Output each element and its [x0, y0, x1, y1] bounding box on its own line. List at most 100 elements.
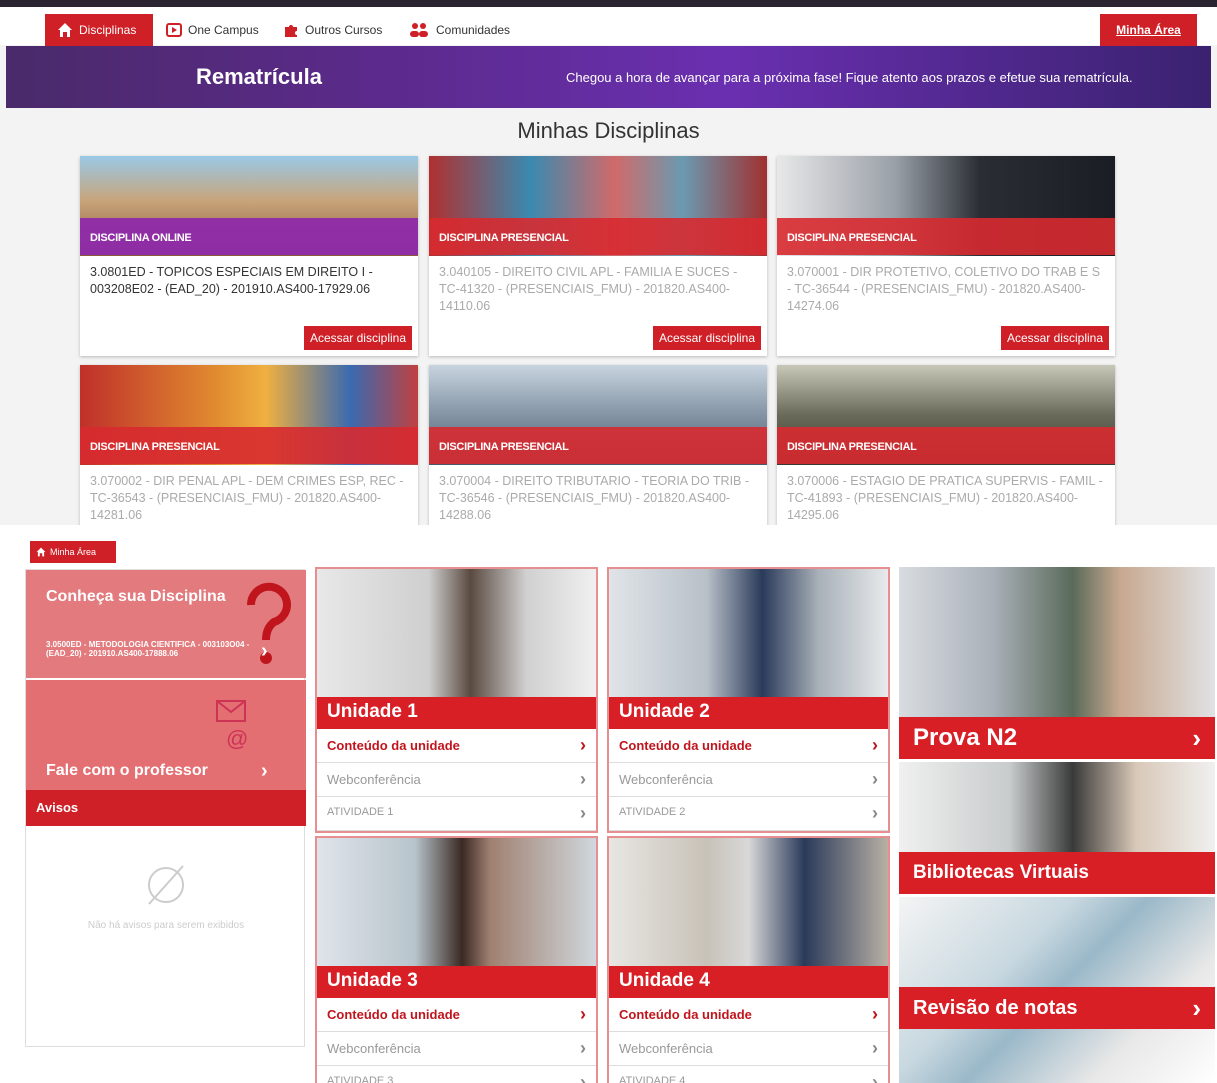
breadcrumb[interactable]: Minha Área: [30, 541, 116, 563]
unit-image: [609, 569, 888, 697]
tile-label: Bibliotecas Virtuais: [913, 862, 1089, 883]
discipline-card: DISCIPLINA PRESENCIAL 3.070002 - DIR PEN…: [80, 365, 418, 525]
activity-link[interactable]: ATIVIDADE 2 ›: [609, 797, 888, 831]
unit-content-link[interactable]: Conteúdo da unidade ›: [609, 998, 888, 1032]
card-text: 3.040105 - DIREITO CIVIL APL - FAMILIA E…: [439, 265, 738, 313]
chevron-right-icon: ›: [872, 735, 878, 755]
discipline-card: DISCIPLINA PRESENCIAL 3.070004 - DIREITO…: [429, 365, 767, 525]
breadcrumb-label: Minha Área: [50, 547, 97, 557]
access-discipline-button[interactable]: Acessar disciplina: [303, 326, 412, 350]
row-label: Webconferência: [327, 1041, 421, 1056]
access-discipline-button[interactable]: Acessar disciplina: [652, 326, 761, 350]
activity-link[interactable]: ATIVIDADE 3 ›: [317, 1066, 596, 1083]
tile-bar: Prova N2 ›: [899, 717, 1215, 759]
chevron-right-icon: ›: [872, 769, 878, 789]
access-discipline-button[interactable]: Acessar disciplina: [1000, 326, 1109, 350]
tile-bar: Revisão de notas ›: [899, 987, 1215, 1029]
chevron-right-icon: ›: [872, 1072, 878, 1083]
unit-content-link[interactable]: Conteúdo da unidade ›: [317, 729, 596, 763]
row-label: ATIVIDADE 4: [619, 1075, 686, 1083]
activity-link[interactable]: ATIVIDADE 4 ›: [609, 1066, 888, 1083]
unit-content-link[interactable]: Conteúdo da unidade ›: [317, 998, 596, 1032]
tile-label: Revisão de notas: [913, 996, 1078, 1019]
card-type-label: DISCIPLINA PRESENCIAL: [777, 427, 1115, 464]
chevron-right-icon: ›: [1192, 722, 1201, 753]
tile-image: [899, 762, 1215, 852]
discipline-card: DISCIPLINA PRESENCIAL 3.070001 - DIR PRO…: [777, 156, 1115, 356]
card-type-label: DISCIPLINA PRESENCIAL: [777, 218, 1115, 255]
tab-one-campus[interactable]: One Campus: [166, 14, 259, 46]
chevron-right-icon: ›: [580, 1072, 586, 1083]
unit-image: [317, 569, 596, 697]
notices-header: Avisos: [26, 790, 306, 826]
play-icon: [166, 23, 182, 37]
know-subtitle: 3.0500ED - METODOLOGIA CIENTIFICA - 0031…: [46, 640, 250, 658]
tile-image: [899, 567, 1215, 717]
card-text: 3.070004 - DIREITO TRIBUTARIO - TEORIA D…: [439, 474, 750, 522]
home-icon: [58, 23, 72, 37]
unit-title: Unidade 2: [609, 697, 888, 729]
tab-label: One Campus: [188, 23, 259, 37]
tab-label: Comunidades: [436, 23, 511, 37]
prova-n2-tile[interactable]: Prova N2 ›: [899, 567, 1215, 759]
webconference-link[interactable]: Webconferência ›: [317, 1032, 596, 1066]
row-label: Conteúdo da unidade: [327, 738, 460, 753]
chevron-right-icon: ›: [580, 769, 586, 789]
chevron-right-icon: ›: [580, 735, 586, 755]
tab-outros-cursos[interactable]: Outros Cursos: [283, 14, 382, 46]
unit-card-4: Unidade 4 Conteúdo da unidade › Webconfer…: [607, 836, 890, 1083]
card-type-label: DISCIPLINA PRESENCIAL: [429, 218, 767, 255]
card-text: 3.0801ED - TOPICOS ESPECIAIS EM DIREITO …: [90, 265, 373, 296]
tab-label: Outros Cursos: [305, 23, 383, 37]
envelope-icon: [216, 700, 246, 722]
chevron-right-icon: ›: [872, 1004, 878, 1024]
row-label: Webconferência: [619, 772, 713, 787]
chevron-right-icon: ›: [261, 640, 268, 662]
know-title: Conheça sua Disciplina: [46, 588, 226, 605]
know-discipline-panel[interactable]: Conheça sua Disciplina 3.0500ED - METODO…: [26, 570, 306, 678]
unit-image: [609, 838, 888, 966]
tab-comunidades[interactable]: Comunidades: [408, 14, 510, 46]
card-text: 3.070006 - ESTAGIO DE PRATICA SUPERVIS -…: [787, 474, 1103, 522]
row-label: Conteúdo da unidade: [327, 1007, 460, 1022]
chevron-right-icon: ›: [580, 1038, 586, 1058]
tab-disciplinas[interactable]: Disciplinas: [45, 14, 153, 46]
left-column: Conheça sua Disciplina 3.0500ED - METODO…: [25, 569, 306, 1047]
rematricula-banner[interactable]: Rematrícula Chegou a hora de avançar par…: [6, 46, 1211, 108]
chevron-right-icon: ›: [872, 1038, 878, 1058]
contact-professor-panel[interactable]: @ Fale com o professor ›: [26, 680, 306, 790]
puzzle-icon: [285, 25, 297, 37]
card-type-label: DISCIPLINA PRESENCIAL: [80, 427, 418, 464]
row-label: Webconferência: [327, 772, 421, 787]
minha-area-button[interactable]: Minha Área: [1100, 14, 1197, 46]
card-text: 3.070001 - DIR PROTETIVO, COLETIVO DO TR…: [787, 265, 1101, 313]
webconference-link[interactable]: Webconferência ›: [609, 1032, 888, 1066]
row-label: Conteúdo da unidade: [619, 738, 752, 753]
activity-link[interactable]: ATIVIDADE 1 ›: [317, 797, 596, 831]
discipline-card: DISCIPLINA PRESENCIAL 3.040105 - DIREITO…: [429, 156, 767, 356]
card-type-label: DISCIPLINA PRESENCIAL: [429, 427, 767, 464]
people-icon: [410, 23, 428, 37]
bibliotecas-virtuais-tile[interactable]: Bibliotecas Virtuais: [899, 762, 1215, 894]
row-label: ATIVIDADE 3: [327, 1075, 394, 1083]
webconference-link[interactable]: Webconferência ›: [609, 763, 888, 797]
unit-card-1: Unidade 1 Conteúdo da unidade › Webconfer…: [315, 567, 598, 833]
unit-content-link[interactable]: Conteúdo da unidade ›: [609, 729, 888, 763]
minha-area-screen: Minha Área Conheça sua Disciplina 3.0500…: [0, 525, 1217, 1083]
tab-label: Disciplinas: [79, 23, 137, 37]
row-label: Webconferência: [619, 1041, 713, 1056]
unit-title: Unidade 4: [609, 966, 888, 998]
banner-text: Chegou a hora de avançar para a próxima …: [566, 70, 1133, 85]
revisao-notas-tile[interactable]: Revisão de notas ›: [899, 897, 1215, 1083]
unit-card-3: Unidade 3 Conteúdo da unidade › Webconfer…: [315, 836, 598, 1083]
webconference-link[interactable]: Webconferência ›: [317, 763, 596, 797]
banner-title: Rematrícula: [196, 64, 322, 89]
row-label: ATIVIDADE 2: [619, 806, 686, 818]
empty-notices-text: Não há avisos para serem exibidos: [87, 920, 245, 931]
discipline-card: DISCIPLINA PRESENCIAL 3.070006 - ESTAGIO…: [777, 365, 1115, 525]
top-nav: Disciplinas One Campus Outros Cursos Com…: [0, 0, 1217, 46]
at-sign-icon: @: [226, 726, 249, 751]
card-text: 3.070002 - DIR PENAL APL - DEM CRIMES ES…: [90, 474, 404, 522]
discipline-card: DISCIPLINA ONLINE 3.0801ED - TOPICOS ESP…: [80, 156, 418, 356]
tile-label: Prova N2: [913, 724, 1018, 751]
